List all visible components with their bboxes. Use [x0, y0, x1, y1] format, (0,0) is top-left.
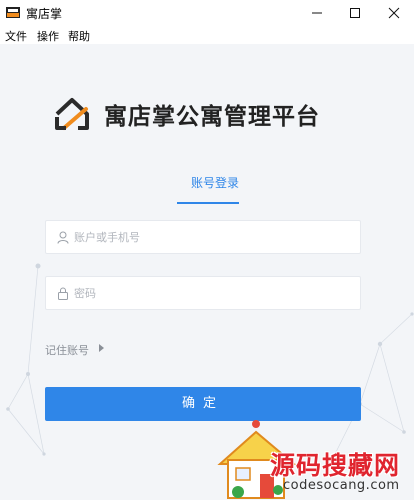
remember-account-toggle[interactable]: 记住账号	[45, 342, 89, 358]
username-field[interactable]	[45, 220, 361, 254]
brand-logo-icon	[6, 7, 20, 18]
menu-help[interactable]: 帮助	[68, 28, 90, 44]
menu-operate[interactable]: 操作	[37, 28, 59, 44]
watermark-title: 源码搜藏网	[270, 451, 401, 480]
caret-right-icon[interactable]	[99, 344, 104, 352]
password-input[interactable]	[74, 277, 354, 309]
user-icon	[57, 231, 69, 244]
tab-active-indicator	[177, 202, 239, 204]
menu-file[interactable]: 文件	[5, 28, 27, 44]
tab-account-login[interactable]: 账号登录	[180, 174, 250, 191]
maximize-button[interactable]	[334, 0, 376, 26]
lock-icon	[58, 287, 68, 300]
watermark-url: codesocang.com	[283, 478, 400, 493]
house-logo-icon	[55, 98, 89, 130]
menu-bar: 文件 操作 帮助	[0, 26, 414, 44]
close-icon	[388, 7, 400, 19]
window-title: 寓店掌	[26, 7, 63, 21]
minimize-button[interactable]	[296, 0, 338, 26]
username-input[interactable]	[74, 221, 354, 253]
title-bar: 寓店掌	[0, 0, 414, 26]
password-field[interactable]	[45, 276, 361, 310]
brand-title: 寓店掌公寓管理平台	[104, 104, 320, 130]
minimize-icon	[312, 12, 322, 14]
close-button[interactable]	[373, 0, 414, 26]
maximize-icon	[350, 8, 360, 18]
